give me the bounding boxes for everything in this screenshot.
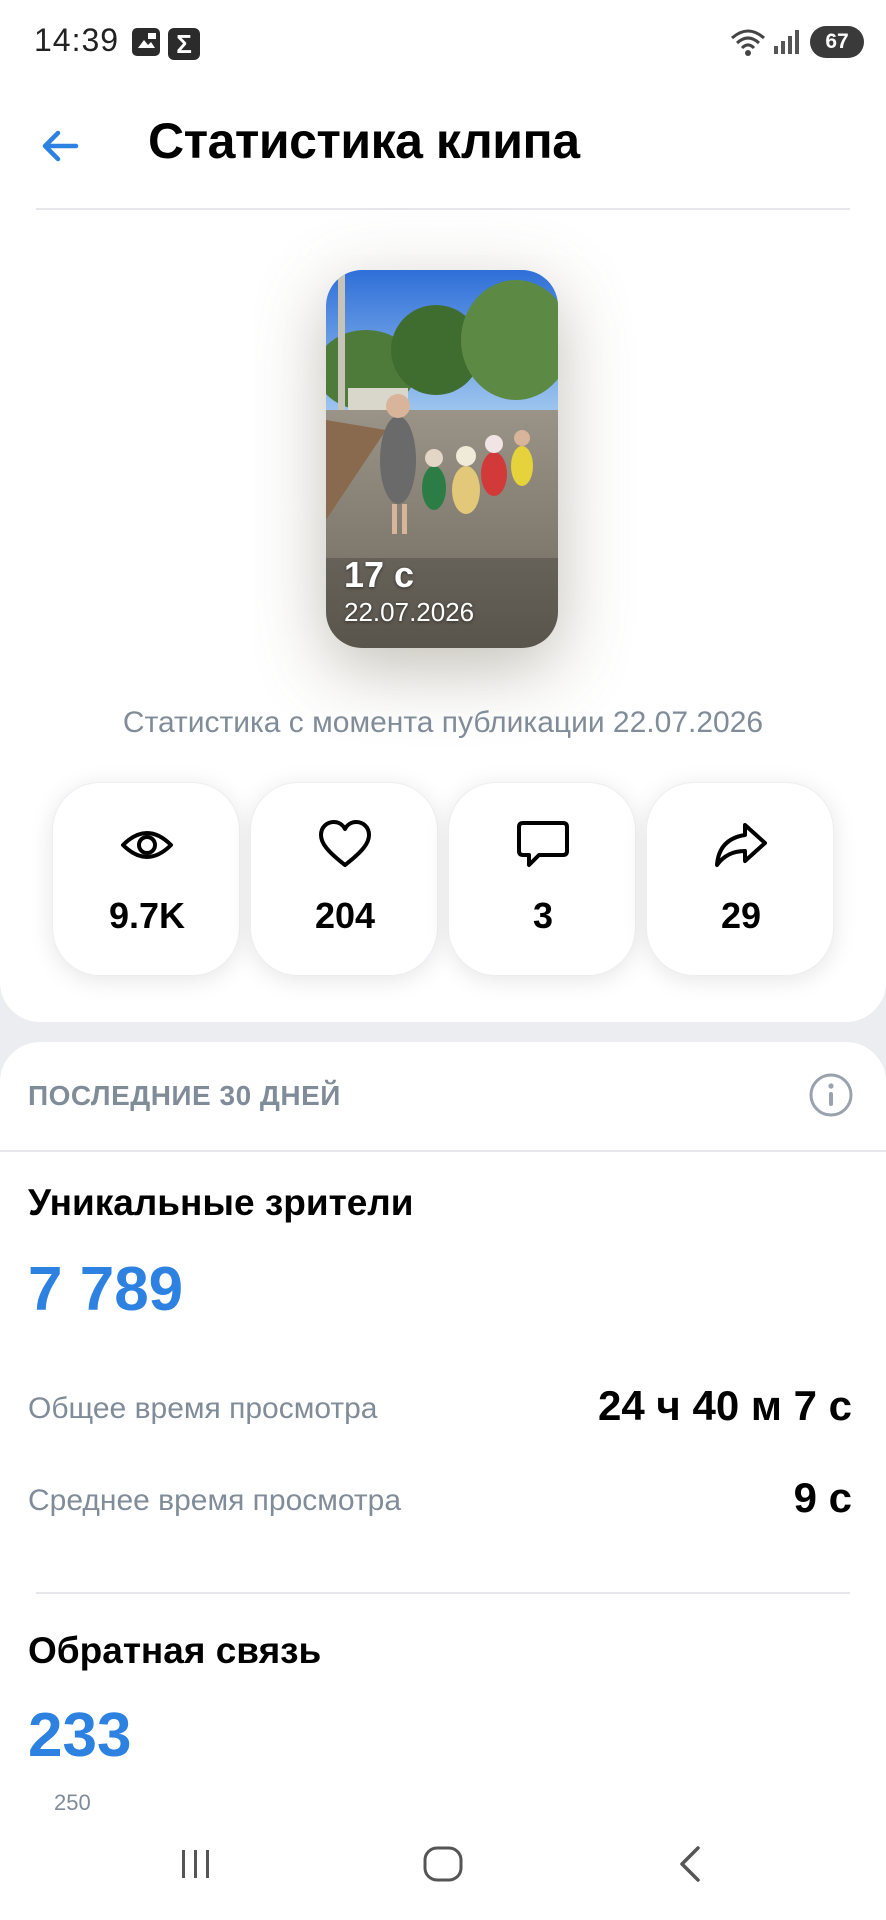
unique-viewers-value: 7 789 — [28, 1255, 184, 1324]
system-back-button[interactable] — [650, 1834, 730, 1894]
clip-summary-card: 17 с 22.07.2026 Статистика с момента пуб… — [0, 210, 886, 1022]
status-time: 14:39 — [34, 22, 120, 58]
likes-metric: 204 — [250, 782, 438, 976]
clip-thumbnail[interactable]: 17 с 22.07.2026 — [326, 270, 558, 648]
views-metric: 9.7K — [52, 782, 240, 976]
avg-watch-time-label: Среднее время просмотра — [28, 1484, 402, 1517]
recents-button[interactable] — [156, 1834, 236, 1894]
period-header: ПОСЛЕДНИЕ 30 ДНЕЙ — [28, 1080, 341, 1111]
total-watch-time-label: Общее время просмотра — [28, 1392, 378, 1425]
section-divider — [0, 1150, 886, 1152]
home-icon — [423, 1846, 463, 1882]
wifi-icon — [728, 26, 768, 58]
unique-viewers-title: Уникальные зрители — [28, 1182, 414, 1223]
block-divider — [36, 1592, 850, 1594]
media-icon — [132, 28, 160, 56]
arrow-left-icon — [42, 130, 79, 162]
shares-metric: 29 — [646, 782, 834, 976]
eye-icon — [121, 831, 173, 859]
metrics-row: 9.7K 204 3 29 — [52, 782, 834, 976]
feedback-value: 233 — [28, 1701, 132, 1770]
signal-icon — [772, 26, 806, 58]
feedback-title: Обратная связь — [28, 1630, 322, 1671]
status-bar: 14:39 Σ 67 — [0, 0, 886, 86]
sigma-app-icon: Σ — [168, 28, 200, 60]
battery-indicator: 67 — [810, 26, 864, 58]
info-icon[interactable] — [808, 1072, 854, 1118]
views-count: 9.7K — [108, 895, 186, 936]
recents-icon — [182, 1850, 209, 1878]
back-icon — [680, 1846, 700, 1882]
clip-duration: 17 с — [344, 554, 415, 595]
comments-count: 3 — [532, 895, 554, 936]
system-nav-bar — [0, 1810, 886, 1920]
heart-icon — [319, 820, 371, 867]
total-watch-time-value: 24 ч 40 м 7 с — [598, 1382, 852, 1429]
home-button[interactable] — [403, 1834, 483, 1894]
app-header: Статистика клипа — [0, 86, 886, 210]
avg-watch-time-value: 9 с — [793, 1474, 852, 1521]
page-title: Статистика клипа — [148, 113, 580, 169]
comments-metric: 3 — [448, 782, 636, 976]
period-stats-card: ПОСЛЕДНИЕ 30 ДНЕЙ Уникальные зрители 7 7… — [0, 1042, 886, 1840]
back-button[interactable] — [36, 118, 92, 174]
shares-count: 29 — [720, 895, 762, 936]
likes-count: 204 — [314, 895, 376, 936]
share-icon — [715, 823, 767, 867]
stats-since-text: Статистика с момента публикации 22.07.20… — [122, 706, 764, 739]
comment-icon — [517, 821, 569, 867]
clip-date: 22.07.2026 — [344, 597, 475, 627]
